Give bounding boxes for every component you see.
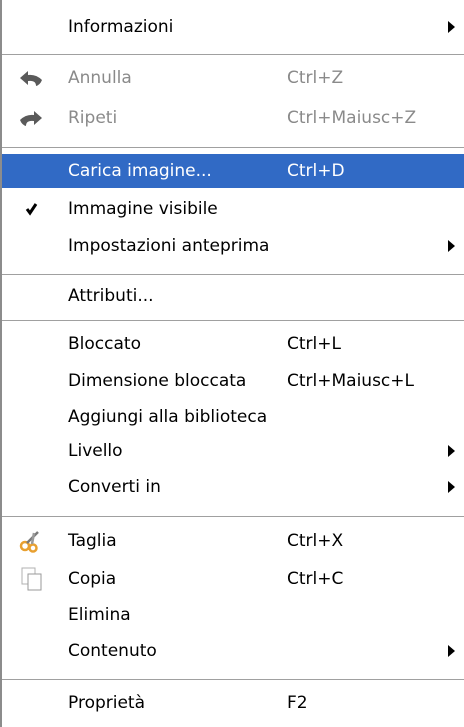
menu-separator [2, 679, 464, 681]
submenu-arrow-icon [448, 240, 455, 252]
scissors-icon [19, 531, 39, 553]
menu-item-label: Elimina [68, 605, 131, 625]
menu-item-label: Informazioni [68, 17, 174, 37]
menu-separator [2, 516, 464, 518]
menu-separator [2, 147, 464, 149]
menu-item-immagine-visibile[interactable]: Immagine visibile [2, 192, 464, 226]
menu-item-converti-in[interactable]: Converti in [2, 470, 464, 504]
menu-item-informazioni[interactable]: Informazioni [2, 10, 464, 44]
menu-item-label: Attributi... [68, 286, 154, 306]
menu-item-label: Ripeti [68, 108, 118, 128]
menu-item-label: Converti in [68, 477, 161, 497]
menu-item-aggiungi-alla-biblioteca[interactable]: Aggiungi alla biblioteca [2, 400, 464, 434]
redo-arrow-icon [20, 111, 42, 126]
submenu-arrow-icon [448, 21, 455, 33]
menu-item-impostazioni-anteprima[interactable]: Impostazioni anteprima [2, 229, 464, 263]
submenu-arrow-icon [448, 645, 455, 657]
undo-arrow-icon [20, 71, 42, 86]
menu-item-shortcut: Ctrl+Maiusc+Z [287, 108, 417, 128]
menu-item-label: Dimensione bloccata [68, 371, 247, 391]
menu-item-taglia[interactable]: Taglia Ctrl+X [2, 524, 464, 558]
menu-item-shortcut: F2 [287, 693, 308, 713]
menu-item-shortcut: Ctrl+X [287, 531, 344, 551]
submenu-arrow-icon [448, 481, 455, 493]
menu-item-shortcut: Ctrl+Maiusc+L [287, 371, 414, 391]
menu-item-label: Carica imagine... [68, 161, 212, 181]
menu-item-ripeti[interactable]: Ripeti Ctrl+Maiusc+Z [2, 101, 464, 135]
menu-item-attributi[interactable]: Attributi... [2, 279, 464, 313]
menu-separator [2, 320, 464, 322]
menu-item-shortcut: Ctrl+L [287, 334, 341, 354]
menu-separator [2, 54, 464, 56]
menu-item-bloccato[interactable]: Bloccato Ctrl+L [2, 327, 464, 361]
menu-item-shortcut: Ctrl+D [287, 161, 345, 181]
menu-item-label: Annulla [68, 68, 132, 88]
menu-item-copia[interactable]: Copia Ctrl+C [2, 562, 464, 596]
menu-item-contenuto[interactable]: Contenuto [2, 634, 464, 668]
checkmark-icon [25, 203, 38, 216]
menu-item-proprieta[interactable]: Proprietà F2 [2, 686, 464, 720]
menu-item-label: Taglia [68, 531, 117, 551]
menu-item-label: Contenuto [68, 641, 157, 661]
menu-item-elimina[interactable]: Elimina [2, 598, 464, 632]
menu-item-shortcut: Ctrl+Z [287, 68, 344, 88]
submenu-arrow-icon [448, 445, 455, 457]
menu-item-dimensione-bloccata[interactable]: Dimensione bloccata Ctrl+Maiusc+L [2, 364, 464, 398]
menu-item-annulla[interactable]: Annulla Ctrl+Z [2, 61, 464, 95]
menu-item-label: Livello [68, 441, 123, 461]
menu-item-carica-imagine[interactable]: Carica imagine... Ctrl+D [2, 154, 464, 188]
menu-item-label: Proprietà [68, 693, 146, 713]
menu-item-label: Immagine visibile [68, 199, 218, 219]
menu-item-label: Impostazioni anteprima [68, 236, 270, 256]
context-menu: Informazioni Annulla Ctrl+Z Ripeti Ctrl+… [0, 0, 464, 727]
copy-icon [21, 567, 42, 591]
menu-item-label: Bloccato [68, 334, 141, 354]
menu-item-livello[interactable]: Livello [2, 434, 464, 468]
menu-item-label: Copia [68, 569, 117, 589]
menu-item-shortcut: Ctrl+C [287, 569, 344, 589]
menu-separator [2, 274, 464, 276]
menu-item-label: Aggiungi alla biblioteca [68, 407, 268, 427]
